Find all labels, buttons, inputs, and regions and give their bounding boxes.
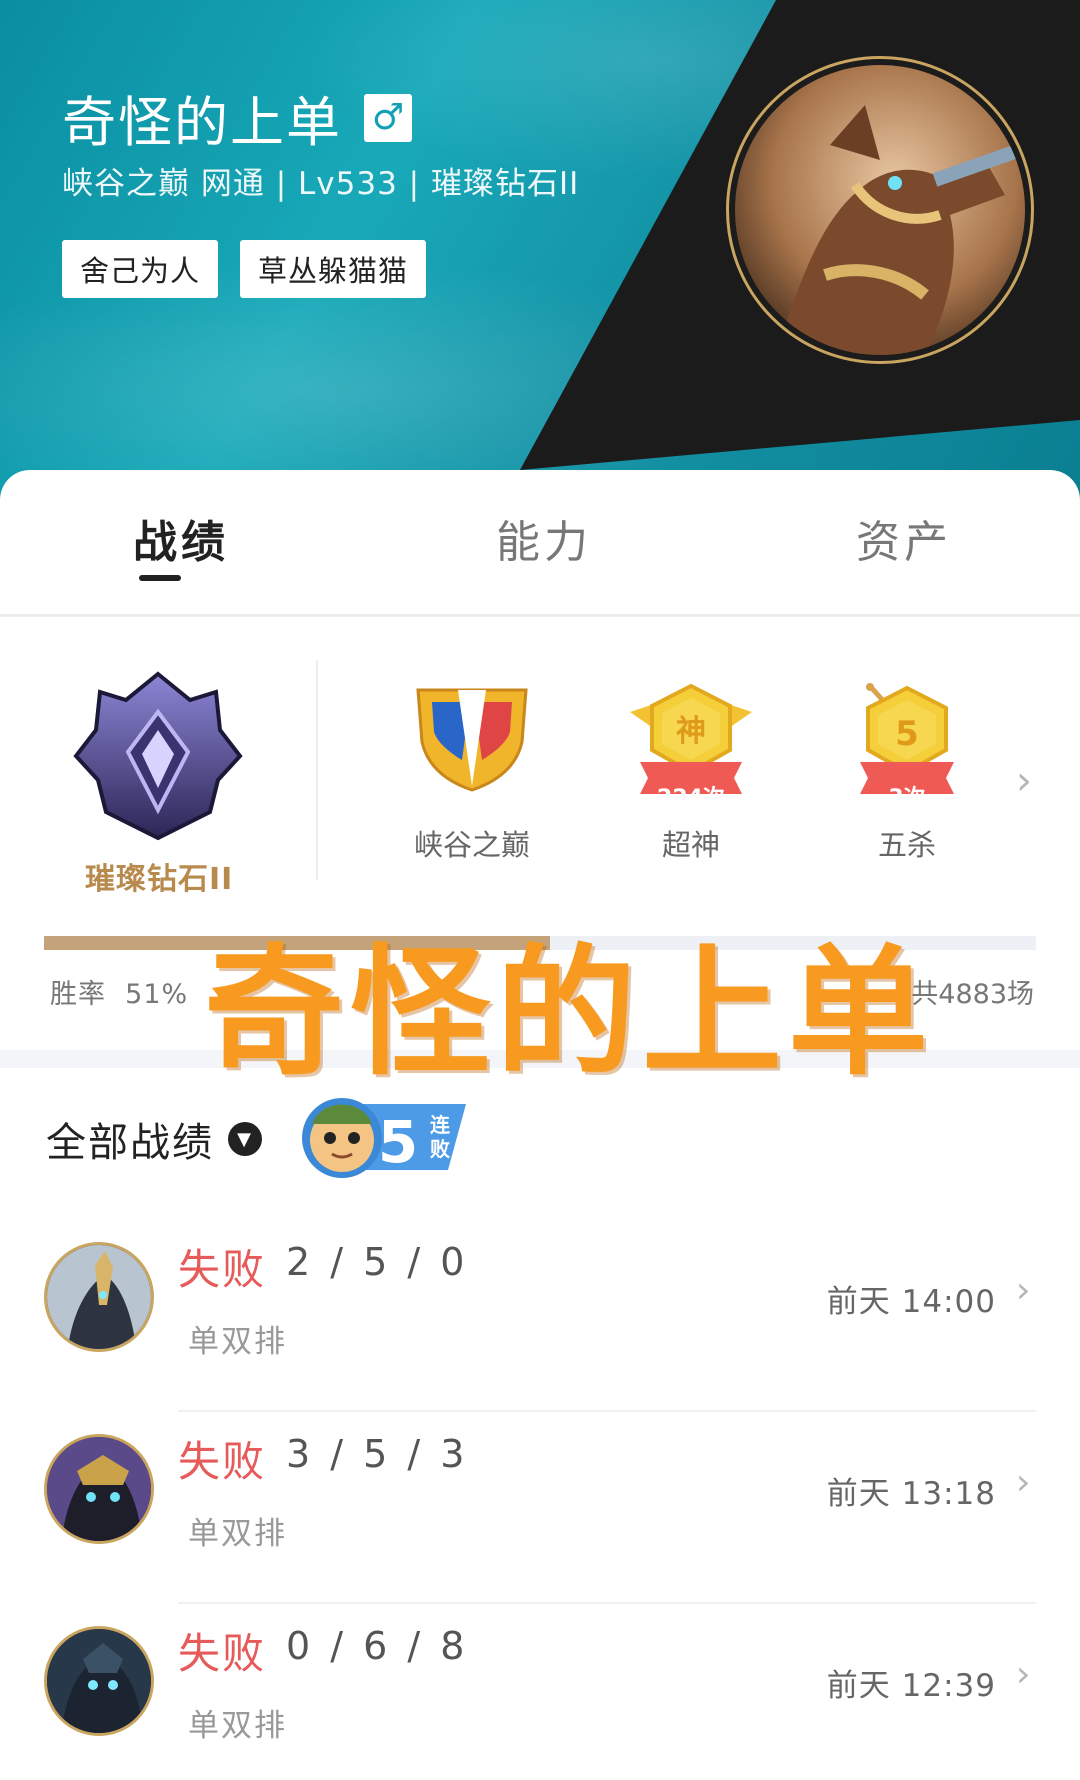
chevron-right-icon: ›: [1016, 1654, 1031, 1695]
summit-badge-icon[interactable]: [412, 682, 532, 796]
champion-avatar: [44, 1434, 154, 1544]
profile-header: 奇怪的上单 ♂ 峡谷之巅 网通 | Lv533 | 璀璨钻石II 舍己为人 草丛…: [0, 0, 1080, 500]
godlike-count: 224次: [657, 786, 725, 811]
badge-label-pentakill: 五杀: [877, 828, 936, 862]
chevron-right-icon[interactable]: ›: [1016, 758, 1032, 804]
tag-chip[interactable]: 舍己为人: [62, 240, 219, 298]
active-tab-indicator: [139, 575, 181, 581]
champion-avatar: [44, 1242, 154, 1352]
match-kda: 2 / 5 / 0: [286, 1240, 469, 1284]
winrate-label: 胜率: [50, 979, 106, 1010]
badge-label-godlike: 超神: [661, 828, 720, 862]
male-icon: ♂: [364, 93, 412, 142]
vertical-divider: [316, 660, 318, 880]
winrate-text: 胜率 51%: [50, 972, 188, 1011]
tabs-divider: [0, 614, 1080, 617]
pentakill-count: 3次: [888, 786, 926, 811]
winrate-value: 51%: [125, 979, 189, 1010]
streak-text-bottom: 败: [430, 1137, 450, 1161]
match-result: 失败: [178, 1245, 267, 1294]
badge-label-summit: 峡谷之巅: [413, 828, 530, 862]
match-time: 前天 14:00: [826, 1284, 996, 1320]
champion-avatar: [44, 1626, 154, 1736]
pentakill-emblem-text: 5: [895, 714, 919, 754]
match-row[interactable]: 失败 2 / 5 / 0 单双排 前天 14:00 ›: [0, 1224, 1080, 1416]
streak-text-top: 连: [430, 1113, 451, 1137]
tag-chip[interactable]: 草丛躲猫猫: [240, 240, 427, 298]
row-divider: [178, 1602, 1036, 1604]
player-avatar[interactable]: [726, 56, 1034, 364]
match-mode: 单双排: [188, 1324, 287, 1360]
filter-label: 全部战绩: [46, 1120, 214, 1166]
chevron-right-icon: ›: [1016, 1462, 1031, 1503]
losing-streak-badge: 5 连 败: [298, 1090, 472, 1180]
match-row[interactable]: 失败 3 / 5 / 3 单双排 前天 13:18 ›: [0, 1416, 1080, 1608]
player-name: 奇怪的上单: [62, 91, 342, 154]
match-kda: 3 / 5 / 3: [286, 1432, 469, 1476]
streak-number: 5: [378, 1108, 418, 1176]
match-time: 前天 13:18: [826, 1476, 996, 1512]
rank-label: 璀璨钻石II: [85, 862, 234, 897]
overlay-caption: 奇怪的上单: [204, 932, 935, 1095]
match-row[interactable]: 失败 0 / 6 / 8 单双排 前天 12:39 ›: [0, 1608, 1080, 1780]
match-kda: 0 / 6 / 8: [286, 1624, 469, 1668]
record-filter-dropdown[interactable]: 全部战绩 ▼: [46, 1110, 262, 1168]
chevron-right-icon: ›: [1016, 1270, 1031, 1311]
champion-portrait-image: [735, 65, 1025, 355]
match-result: 失败: [178, 1629, 267, 1678]
match-time: 前天 12:39: [826, 1668, 996, 1704]
tab-ability[interactable]: 能力: [496, 506, 592, 570]
row-divider: [178, 1410, 1036, 1412]
chevron-down-icon: ▼: [228, 1122, 262, 1156]
match-mode: 单双排: [188, 1708, 287, 1744]
godlike-emblem-text: 神: [676, 714, 706, 749]
player-tags: 舍己为人 草丛躲猫猫: [62, 240, 427, 298]
tab-assets[interactable]: 资产: [856, 506, 952, 570]
match-mode: 单双排: [188, 1516, 287, 1552]
name-row: 奇怪的上单 ♂: [62, 78, 412, 157]
tab-bar: 战绩 能力 资产: [0, 470, 1080, 616]
tab-record[interactable]: 战绩: [133, 506, 229, 570]
match-result: 失败: [178, 1437, 267, 1486]
player-meta: 峡谷之巅 网通 | Lv533 | 璀璨钻石II: [62, 166, 580, 202]
